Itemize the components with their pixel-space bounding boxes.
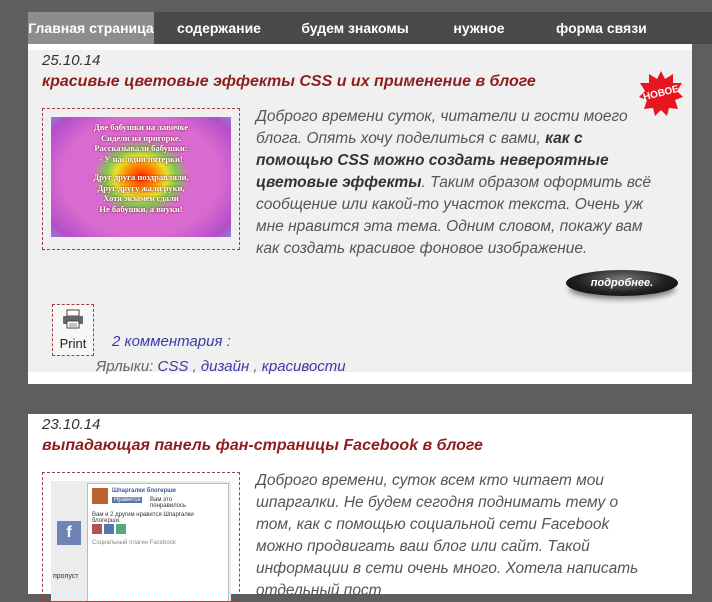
post-title[interactable]: выпадающая панель фан-страницы Facebook … (42, 437, 483, 455)
post-body: 25.10.14 красивые цветовые эффекты CSS и… (28, 50, 692, 375)
label-link-design[interactable]: дизайн (201, 358, 249, 375)
fb-page-avatar (92, 488, 108, 504)
nav-item-contents[interactable]: содержание (154, 12, 284, 44)
poem-line: Друг друга поздравляли, (93, 172, 189, 182)
poem-line: Рассказывали бабушки: (94, 143, 188, 153)
nav-item-home[interactable]: Главная страница (28, 12, 154, 44)
labels-prefix: Ярлыки: (96, 358, 154, 375)
poem-line: Не бабушки, а внуки! (99, 203, 183, 214)
fb-like-button: Нравится (112, 497, 143, 503)
fb-you-like: Вам это понравилось (150, 497, 187, 509)
nav-item-contact-form[interactable]: форма связи (532, 12, 712, 44)
poem-line: - У нас одни пятерки! (99, 153, 183, 164)
poem-line: Друг другу жали руки, (97, 182, 185, 193)
poem-line: Хотя экзамен сдали (103, 193, 179, 203)
fb-widget: Шпаргалки блогерши Нравится Вам это понр… (87, 483, 229, 601)
comments-link[interactable]: 2 комментария : (112, 333, 231, 350)
nav-item-useful[interactable]: нужное (426, 12, 532, 44)
fb-page-name: Шпаргалки блогерши (112, 488, 176, 494)
poem-spacer (51, 164, 231, 172)
fb-skip-text: пропуст (53, 573, 79, 580)
fb-friend-avatar (92, 524, 102, 534)
post-labels: Ярлыки: CSS , дизайн , красивости (96, 358, 346, 375)
post-card: 23.10.14 выпадающая панель фан-страницы … (28, 414, 692, 602)
post-thumbnail-image[interactable]: Две бабушки на лавочке Сидели на пригорк… (51, 117, 231, 237)
fb-friend-avatar (116, 524, 126, 534)
fb-friends-like: Вам и 2 другим нравится Шпаргалки блогер… (92, 512, 194, 524)
post-date: 23.10.14 (42, 416, 101, 433)
post-card: 25.10.14 красивые цветовые эффекты CSS и… (28, 44, 692, 384)
printer-icon (63, 309, 83, 329)
print-button[interactable]: Print (52, 304, 94, 356)
read-more-button[interactable]: подробнее. (566, 270, 678, 296)
post-title[interactable]: красивые цветовые эффекты CSS и их приме… (42, 73, 536, 91)
facebook-icon: f (57, 521, 81, 545)
fb-plugin-caption: Социальный плагин Facebook (92, 540, 177, 546)
post-thumbnail-image[interactable]: f Шпаргалки блогерши Нравится Вам это по… (51, 481, 231, 601)
label-separator: , (192, 358, 197, 375)
poem-line: Две бабушки на лавочке (93, 122, 189, 132)
label-link-beauty[interactable]: красивости (262, 358, 346, 375)
nav-item-about[interactable]: будем знакомы (284, 12, 426, 44)
post-excerpt: Доброго времени суток, читатели и гости … (256, 106, 652, 260)
poem-line: Сидели на пригорке. (101, 132, 181, 143)
label-link-css[interactable]: CSS (158, 358, 189, 375)
label-separator: , (253, 358, 258, 375)
print-label: Print (59, 336, 87, 351)
post-date: 25.10.14 (42, 52, 101, 69)
post-excerpt: Доброго времени, суток всем кто читает м… (256, 472, 639, 599)
top-navigation: Главная страница содержание будем знаком… (28, 12, 712, 44)
fb-friend-avatar (104, 524, 114, 534)
